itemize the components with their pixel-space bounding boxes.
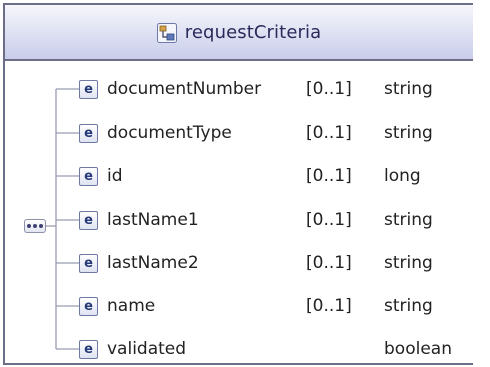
element-cardinality: [0..1] <box>306 123 352 143</box>
element-name: name <box>107 296 156 316</box>
element-row-id[interactable]: e id [0..1] long <box>79 161 421 191</box>
element-icon: e <box>79 253 98 273</box>
element-icon: e <box>79 79 98 99</box>
element-cardinality: [0..1] <box>306 210 352 230</box>
element-row-lastName1[interactable]: e lastName1 [0..1] string <box>79 205 433 235</box>
element-cardinality: [0..1] <box>306 166 352 186</box>
element-name: lastName1 <box>107 210 199 230</box>
element-name: id <box>107 166 123 186</box>
schema-diagram-canvas: requestCriteria e documentNumber [0..1] … <box>0 0 490 367</box>
element-row-name[interactable]: e name [0..1] string <box>79 291 433 321</box>
element-name: documentType <box>107 123 232 143</box>
element-list: e documentNumber [0..1] string e documen… <box>5 61 473 365</box>
element-cardinality: [0..1] <box>306 79 352 99</box>
element-row-validated[interactable]: e validated boolean <box>79 334 452 364</box>
node-header[interactable]: requestCriteria <box>5 5 473 61</box>
sequence-icon[interactable] <box>24 219 46 233</box>
element-name: documentNumber <box>107 79 262 99</box>
element-type: string <box>384 79 433 99</box>
element-cardinality: [0..1] <box>306 253 352 273</box>
element-icon: e <box>79 123 98 143</box>
element-name: lastName2 <box>107 253 199 273</box>
element-cardinality: [0..1] <box>306 296 352 316</box>
element-icon: e <box>79 296 98 316</box>
element-icon: e <box>79 210 98 230</box>
element-type: string <box>384 253 433 273</box>
element-type: boolean <box>384 339 452 359</box>
element-type: string <box>384 123 433 143</box>
element-row-documentType[interactable]: e documentType [0..1] string <box>79 118 433 148</box>
element-type: long <box>384 166 421 186</box>
element-icon: e <box>79 166 98 186</box>
node-title: requestCriteria <box>184 21 322 43</box>
complex-type-node[interactable]: requestCriteria e documentNumber [0..1] … <box>3 3 473 365</box>
element-row-lastName2[interactable]: e lastName2 [0..1] string <box>79 248 433 278</box>
element-name: validated <box>107 339 187 359</box>
complex-type-icon <box>156 23 177 43</box>
element-icon: e <box>79 339 98 359</box>
element-type: string <box>384 296 433 316</box>
element-type: string <box>384 210 433 230</box>
element-row-documentNumber[interactable]: e documentNumber [0..1] string <box>79 74 433 104</box>
